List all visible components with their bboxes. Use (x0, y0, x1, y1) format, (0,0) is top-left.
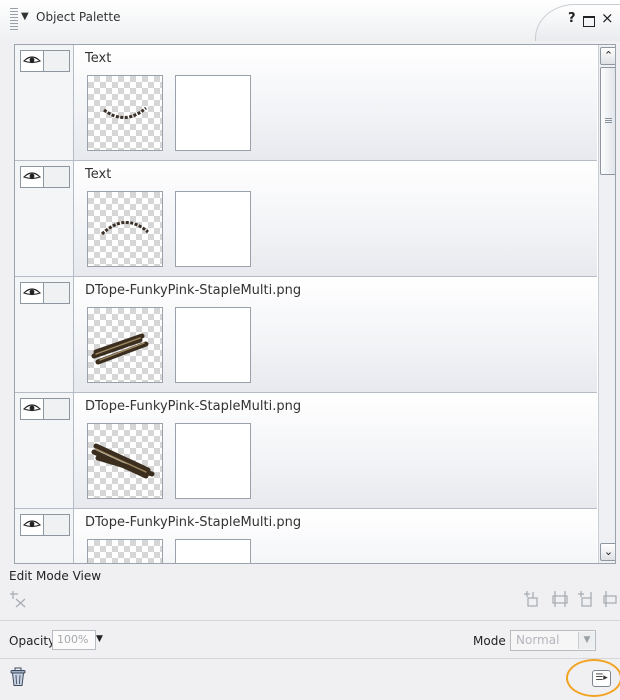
staples-icon (91, 333, 149, 365)
layer-row[interactable]: DTope-FunkyPink-StapleMulti.png (15, 393, 597, 509)
delete-transform-icon[interactable] (10, 590, 28, 608)
help-button[interactable]: ? (568, 11, 576, 26)
staples-icon (91, 443, 155, 479)
layer-name[interactable]: DTope-FunkyPink-StapleMulti.png (85, 515, 301, 530)
opacity-label: Opacity (9, 634, 56, 648)
layer-mask-thumbnail[interactable] (175, 75, 251, 151)
layer-mask-thumbnail[interactable] (175, 539, 251, 563)
arched-text-icon (100, 221, 149, 236)
collapse-arrow-icon[interactable]: ▼ (21, 11, 29, 22)
trash-icon[interactable] (10, 667, 26, 687)
arched-text-icon (103, 106, 147, 119)
divider (0, 658, 620, 659)
eye-icon (23, 288, 41, 296)
visibility-toggle[interactable] (20, 514, 44, 536)
close-button[interactable]: × (601, 9, 614, 27)
palette-title: Object Palette (36, 10, 121, 24)
lock-toggle[interactable] (43, 50, 70, 72)
layer-name[interactable]: Text (85, 167, 111, 182)
layer-controls (15, 161, 74, 276)
layer-thumbnail[interactable] (87, 423, 163, 499)
edit-mode-view-label: Edit Mode View (9, 569, 102, 583)
layer-row[interactable]: Text (15, 45, 597, 161)
layer-row[interactable]: DTope-FunkyPink-StapleMulti.png (15, 509, 597, 563)
lock-toggle[interactable] (43, 398, 70, 420)
layer-thumbnail[interactable] (87, 75, 163, 151)
maximize-button[interactable] (583, 16, 595, 27)
eye-icon (23, 404, 41, 412)
highlight-annotation-ring (566, 659, 620, 697)
palette-title-bar[interactable]: ▼ Object Palette ? × (0, 0, 620, 41)
eye-icon (23, 520, 41, 528)
eye-icon (23, 172, 41, 180)
scroll-thumb[interactable] (600, 67, 615, 175)
visibility-toggle[interactable] (20, 50, 44, 72)
align-left-icon[interactable] (577, 590, 595, 608)
align-right-icon[interactable] (602, 590, 620, 608)
align-center-icon[interactable] (551, 590, 569, 608)
eye-icon (23, 56, 41, 64)
layer-thumbnail[interactable] (87, 307, 163, 383)
drag-grip-icon[interactable] (10, 8, 18, 30)
layer-mask-thumbnail[interactable] (175, 307, 251, 383)
scroll-down-button[interactable]: ⌄ (600, 543, 615, 561)
layer-mask-thumbnail[interactable] (175, 423, 251, 499)
layer-name[interactable]: Text (85, 51, 111, 66)
divider (0, 620, 620, 621)
layer-name[interactable]: DTope-FunkyPink-StapleMulti.png (85, 283, 301, 298)
lock-toggle[interactable] (43, 282, 70, 304)
mode-select[interactable]: Normal ▼ (510, 630, 596, 651)
layer-mask-thumbnail[interactable] (175, 191, 251, 267)
layer-name[interactable]: DTope-FunkyPink-StapleMulti.png (85, 399, 301, 414)
layer-thumbnail[interactable] (87, 539, 163, 563)
layer-list-scrollbar[interactable]: ⌃ ⌄ (598, 45, 615, 563)
grip-icon (605, 118, 612, 123)
opacity-field[interactable]: 100% (52, 630, 96, 650)
visibility-toggle[interactable] (20, 282, 44, 304)
opacity-dropdown-icon[interactable]: ▼ (96, 634, 103, 644)
visibility-toggle[interactable] (20, 166, 44, 188)
layer-thumbnail[interactable] (87, 191, 163, 267)
layer-row[interactable]: DTope-FunkyPink-StapleMulti.png (15, 277, 597, 393)
layer-controls (15, 393, 74, 508)
layer-controls (15, 509, 74, 563)
scroll-up-button[interactable]: ⌃ (600, 47, 615, 65)
mode-value: Normal (516, 633, 560, 647)
lock-toggle[interactable] (43, 166, 70, 188)
layer-controls (15, 277, 74, 392)
layer-list[interactable]: Text Text DTope-FunkyPink-StapleMulti.pn… (14, 44, 616, 564)
object-palette-panel: ▼ Object Palette ? × Text Text DTope-Fun… (0, 0, 620, 700)
lock-toggle[interactable] (43, 514, 70, 536)
layer-row[interactable]: Text (15, 161, 597, 277)
chevron-down-icon[interactable]: ▼ (578, 632, 595, 649)
visibility-toggle[interactable] (20, 398, 44, 420)
layer-controls (15, 45, 74, 160)
mode-label: Mode (473, 634, 506, 648)
align-top-icon[interactable] (523, 590, 541, 608)
